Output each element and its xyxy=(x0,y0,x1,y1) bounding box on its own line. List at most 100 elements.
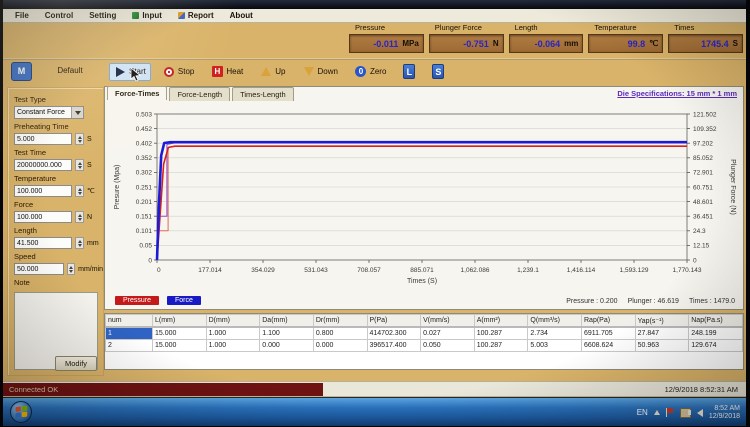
readout-length: Length-0.064mm xyxy=(509,23,584,57)
table-row[interactable]: 215.0001.0000.0000.000396517.4000.050100… xyxy=(106,340,743,352)
temperature-spinner[interactable] xyxy=(75,185,84,197)
die-specifications-link[interactable]: Die Specifications: 15 mm * 1 mm xyxy=(617,89,737,98)
down-icon xyxy=(303,66,315,78)
tab-force-length[interactable]: Force-Length xyxy=(169,87,230,101)
force-spinner[interactable] xyxy=(75,211,84,223)
col-header[interactable]: Rap(Pa) xyxy=(582,315,636,328)
zero-button[interactable]: 0Zero xyxy=(350,63,391,81)
down-button[interactable]: Down xyxy=(298,63,343,81)
chart-status-item: Times : 1479.0 xyxy=(689,298,735,305)
temperature-label: Temperature xyxy=(14,174,103,183)
svg-text:531.043: 531.043 xyxy=(304,267,328,274)
svg-text:354.029: 354.029 xyxy=(251,267,275,274)
length-spinner[interactable] xyxy=(75,237,84,249)
col-header[interactable]: Da(mm) xyxy=(260,315,314,328)
s-button[interactable]: S xyxy=(427,63,449,81)
profile-m-button[interactable]: M xyxy=(11,62,32,81)
menu-label: Input xyxy=(142,11,162,20)
mouse-cursor xyxy=(130,67,141,82)
svg-text:0: 0 xyxy=(157,267,161,274)
profile-name-label: Default xyxy=(39,66,101,75)
preheating-time-spinner[interactable] xyxy=(75,133,84,145)
heat-button[interactable]: HHeat xyxy=(206,63,248,81)
table-cell: 27.847 xyxy=(635,327,689,340)
series-pressure xyxy=(157,146,687,260)
menu-about[interactable]: About xyxy=(230,11,253,20)
readout-value-box: 1745.4S xyxy=(668,34,743,53)
test-parameters-panel: Test TypeConstant ForcePreheating Time5.… xyxy=(7,87,104,376)
speed-spinner[interactable] xyxy=(67,263,75,275)
tray-time: 8:52 AM xyxy=(709,405,740,413)
menu-file[interactable]: File xyxy=(15,11,29,20)
col-header[interactable]: V(mm/s) xyxy=(421,315,475,328)
tab-force-times[interactable]: Force-Times xyxy=(107,86,167,100)
table-cell: 2 xyxy=(106,340,153,352)
toolbar: StartStopHHeatUpDown0ZeroLS xyxy=(109,61,449,82)
svg-text:60.751: 60.751 xyxy=(693,184,713,191)
temperature-input[interactable]: 100.000 xyxy=(14,185,72,197)
readout-unit: MPa xyxy=(402,39,418,48)
stop-button[interactable]: Stop xyxy=(158,63,199,81)
svg-text:1,416.114: 1,416.114 xyxy=(567,267,596,274)
menu-control[interactable]: Control xyxy=(45,11,73,20)
test-time-input[interactable]: 20000000.000 xyxy=(14,159,72,171)
menu-report[interactable]: Report xyxy=(178,11,214,20)
col-header[interactable]: L(mm) xyxy=(153,315,207,328)
svg-text:0: 0 xyxy=(693,257,697,264)
tray-date: 12/9/2018 xyxy=(709,413,740,421)
tab-times-length[interactable]: Times-Length xyxy=(232,87,294,101)
l-button[interactable]: L xyxy=(398,63,420,81)
svg-text:Presure (Mpa): Presure (Mpa) xyxy=(114,165,121,210)
force-row: 100.000N xyxy=(14,211,103,223)
show-hidden-icons-icon[interactable] xyxy=(654,410,660,415)
language-indicator[interactable]: EN xyxy=(637,408,648,417)
test-type-select[interactable]: Constant Force xyxy=(14,106,84,119)
toolbar-button-label: Up xyxy=(275,67,285,76)
svg-text:0.101: 0.101 xyxy=(136,228,153,235)
col-header[interactable]: Nap(Pa.s) xyxy=(689,315,743,328)
readout-label: Plunger Force xyxy=(435,23,504,32)
length-input[interactable]: 41.500 xyxy=(14,237,72,249)
volume-icon[interactable] xyxy=(697,409,703,417)
windows-logo-icon xyxy=(15,406,28,419)
length-unit: mm xyxy=(87,240,99,247)
col-header[interactable]: A(mm²) xyxy=(474,315,528,328)
menu-label: Control xyxy=(45,11,73,20)
svg-text:0.452: 0.452 xyxy=(136,126,153,133)
chevron-down-icon[interactable] xyxy=(71,107,83,118)
svg-text:Times (S): Times (S) xyxy=(407,278,437,285)
series-force xyxy=(157,142,687,260)
speed-row: 50.000mm/min xyxy=(14,263,103,275)
col-header[interactable]: num xyxy=(106,315,153,328)
force-input[interactable]: 100.000 xyxy=(14,211,72,223)
up-button[interactable]: Up xyxy=(255,63,290,81)
preheating-time-input[interactable]: 5.000 xyxy=(14,133,72,145)
menu-setting[interactable]: Setting xyxy=(89,11,116,20)
svg-text:1,593.129: 1,593.129 xyxy=(620,267,649,274)
modify-button[interactable]: Modify xyxy=(55,356,97,371)
table-cell: 100.287 xyxy=(474,340,528,352)
test-time-unit: S xyxy=(87,162,92,169)
col-header[interactable]: Yap(s⁻¹) xyxy=(635,315,689,328)
col-header[interactable]: Dr(mm) xyxy=(313,315,367,328)
stop-icon xyxy=(163,66,175,78)
col-header[interactable]: Q(mm³/s) xyxy=(528,315,582,328)
start-button[interactable] xyxy=(10,401,32,423)
svg-text:708.057: 708.057 xyxy=(357,267,381,274)
report-icon xyxy=(178,12,185,19)
svg-text:0.251: 0.251 xyxy=(136,184,153,191)
tray-clock[interactable]: 8:52 AM 12/9/2018 xyxy=(709,405,742,421)
svg-text:0.352: 0.352 xyxy=(136,155,153,162)
force-label: Force xyxy=(14,200,103,209)
table-cell: 2.734 xyxy=(528,327,582,340)
col-header[interactable]: P(Pa) xyxy=(367,315,421,328)
test-time-spinner[interactable] xyxy=(75,159,84,171)
speed-input[interactable]: 50.000 xyxy=(14,263,64,275)
col-header[interactable]: D(mm) xyxy=(206,315,260,328)
readout-panel-row: Pressure-0.011MPaPlunger Force-0.751NLen… xyxy=(349,23,743,57)
length-row: 41.500 mm xyxy=(14,237,103,249)
table-row[interactable]: 115.0001.0001.1000.800414702.3000.027100… xyxy=(106,327,743,340)
chart-status-item: Plunger : 46.619 xyxy=(628,298,679,305)
action-center-flag-icon[interactable] xyxy=(666,408,674,417)
menu-input[interactable]: Input xyxy=(132,11,162,20)
